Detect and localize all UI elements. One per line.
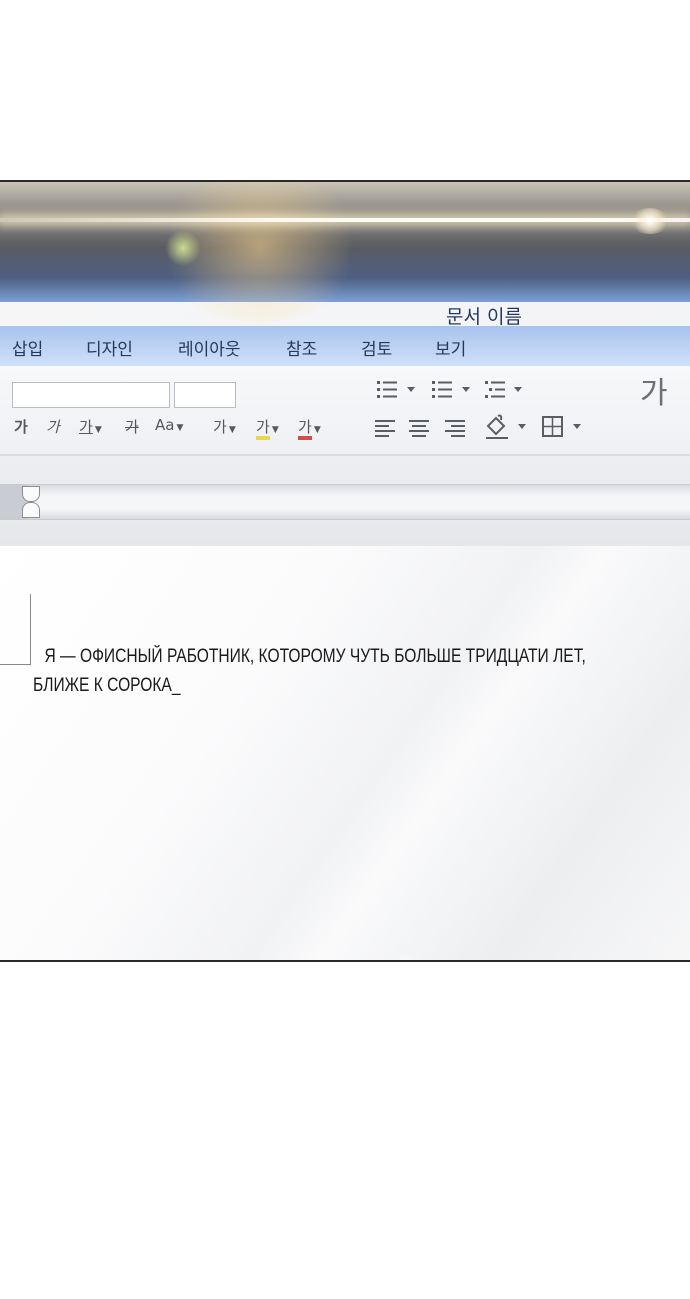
sparkle-icon <box>630 208 670 234</box>
chevron-down-icon: ▼ <box>176 423 184 433</box>
font-name-field[interactable] <box>12 382 170 408</box>
borders-icon <box>542 416 581 437</box>
chevron-down-icon: ▼ <box>228 425 236 435</box>
text-line: Я — ОФИСНЫЙ РАБОТНИК, КОТОРОМУ ЧУТЬ БОЛЬ… <box>44 646 586 667</box>
align-center-button[interactable] <box>408 418 430 443</box>
styles-icon: 가 <box>640 376 668 411</box>
tab-layout[interactable]: 레이아웃 <box>178 335 241 360</box>
multilevel-list-icon <box>485 381 522 398</box>
tab-review[interactable]: 검토 <box>361 335 392 360</box>
bold-icon: 가 <box>14 418 28 436</box>
text-line: БЛИЖЕ К СОРОКА_ <box>33 675 181 696</box>
chevron-down-icon: ▼ <box>271 425 279 435</box>
styles-button[interactable]: 가 <box>640 368 668 412</box>
sparkle-icon <box>392 954 418 960</box>
font-color-button[interactable]: 가 ▼ <box>298 416 321 440</box>
align-right-icon <box>445 420 465 437</box>
highlight-button[interactable]: 가 ▼ <box>256 416 279 440</box>
align-right-button[interactable] <box>444 418 466 443</box>
hanging-indent-marker[interactable] <box>22 502 40 518</box>
first-line-indent-marker[interactable] <box>22 486 40 502</box>
italic-button[interactable]: 가 <box>46 416 60 437</box>
change-case-button[interactable]: Aa ▼ <box>155 416 183 434</box>
text-effects-button[interactable]: 가 ▼ <box>213 416 236 437</box>
bold-button[interactable]: 가 <box>14 416 28 437</box>
ribbon-toolbar: 가 가 가 ▼ 가 Aa ▼ 가 ▼ 가 ▼ 가 ▼ 가 <box>0 366 690 456</box>
font-color-icon: 가 <box>298 418 312 440</box>
align-center-icon <box>409 420 429 437</box>
margin-marker <box>0 664 31 665</box>
title-bar: 문서 이름 <box>0 182 690 328</box>
text-effects-icon: 가 <box>213 418 227 436</box>
align-left-button[interactable] <box>374 418 396 443</box>
ribbon-tabs: 삽입 디자인 레이아웃 참조 검토 보기 <box>0 326 690 366</box>
light-flare-small <box>165 230 201 266</box>
paint-bucket-icon <box>486 414 526 439</box>
strikethrough-button[interactable]: 가 <box>125 416 139 437</box>
strikethrough-icon: 가 <box>125 418 139 436</box>
chevron-down-icon: ▼ <box>94 425 102 435</box>
document-text[interactable]: Я — ОФИСНЫЙ РАБОТНИК, КОТОРОМУ ЧУТЬ БОЛЬ… <box>33 642 586 700</box>
numbering-button[interactable] <box>430 378 474 407</box>
borders-button[interactable] <box>542 416 586 443</box>
highlight-icon: 가 <box>256 418 270 440</box>
document-title: 문서 이름 <box>446 306 522 328</box>
word-window: 문서 이름 삽입 디자인 레이아웃 참조 검토 보기 가 가 가 ▼ 가 Aa ▼ … <box>0 180 690 962</box>
ruler-area <box>0 456 690 682</box>
tab-design[interactable]: 디자인 <box>86 335 133 360</box>
tab-view[interactable]: 보기 <box>435 335 466 360</box>
bullets-button[interactable] <box>375 378 419 407</box>
underline-icon: 가 <box>79 418 93 436</box>
bullet-list-icon <box>377 381 415 398</box>
align-left-icon <box>375 420 395 437</box>
chevron-down-icon: ▼ <box>313 425 321 435</box>
change-case-icon: Aa <box>155 416 175 434</box>
numbered-list-icon <box>432 381 470 398</box>
document-page[interactable]: Я — ОФИСНЫЙ РАБОТНИК, КОТОРОМУ ЧУТЬ БОЛЬ… <box>0 546 690 960</box>
light-streak <box>0 218 690 222</box>
multilevel-list-button[interactable] <box>483 378 527 407</box>
font-size-field[interactable] <box>174 382 236 408</box>
italic-icon: 가 <box>46 418 60 436</box>
horizontal-ruler[interactable] <box>0 484 690 520</box>
tab-insert[interactable]: 삽입 <box>12 335 43 360</box>
margin-marker <box>30 594 31 664</box>
tab-references[interactable]: 참조 <box>286 335 317 360</box>
underline-button[interactable]: 가 ▼ <box>79 416 102 437</box>
shading-button[interactable] <box>484 414 530 445</box>
